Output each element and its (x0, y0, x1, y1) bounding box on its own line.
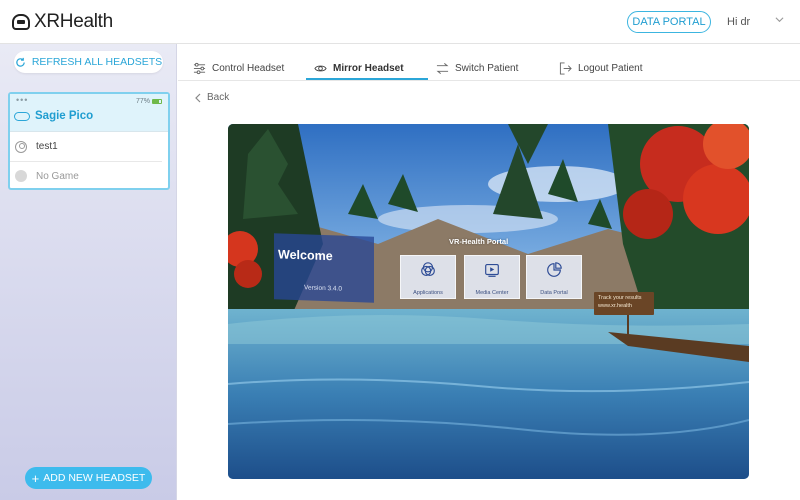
battery-icon (152, 99, 162, 104)
headset-game-row[interactable]: No Game (10, 161, 162, 190)
eye-icon (314, 65, 327, 71)
sliders-icon (193, 62, 206, 74)
play-icon (485, 264, 499, 277)
game-icon (15, 170, 27, 182)
tab-label: Mirror Headset (333, 62, 404, 74)
refresh-all-headsets-button[interactable]: REFRESH ALL HEADSETS (14, 51, 163, 73)
version-label: Version 3.4.0 (304, 284, 342, 293)
headset-name-row: Sagie Pico (14, 110, 93, 122)
media-center-tile[interactable]: Media Center (464, 255, 520, 299)
applications-tile[interactable]: Applications (400, 255, 456, 299)
sign-line: www.xr.health (598, 302, 632, 309)
vr-headset-icon (14, 111, 30, 121)
headset-game: No Game (36, 170, 79, 182)
logout-icon (559, 61, 572, 75)
headset-name: Sagie Pico (35, 110, 94, 122)
back-label: Back (207, 92, 230, 103)
portal-title: VR-Health Portal (449, 237, 509, 246)
tab-label: Switch Patient (455, 62, 519, 74)
add-new-headset-button[interactable]: + ADD NEW HEADSET (25, 467, 152, 489)
refresh-icon (16, 57, 25, 67)
tile-label: Applications (413, 290, 443, 296)
mirror-headset-view[interactable]: Welcome Version 3.4.0 VR-Health Portal A… (228, 124, 749, 479)
tab-logout-patient[interactable]: Logout Patient (559, 56, 643, 80)
logo-text: XRHealth (34, 11, 113, 32)
data-portal-button[interactable]: DATA PORTAL (627, 11, 711, 33)
headset-user: test1 (36, 141, 58, 152)
add-headset-label: ADD NEW HEADSET (43, 472, 146, 484)
headsets-sidebar: REFRESH ALL HEADSETS ••• 77% Sagie Pico … (0, 44, 177, 500)
venn-icon (421, 262, 435, 276)
tab-switch-patient[interactable]: Switch Patient (436, 56, 518, 80)
chevron-left-icon (195, 93, 201, 102)
chevron-down-icon[interactable] (775, 15, 784, 24)
results-sign: Track your results www.xr.health (594, 292, 654, 315)
more-dots-icon[interactable]: ••• (16, 95, 28, 105)
swap-arrows-icon (436, 62, 449, 74)
tile-label: Data Portal (540, 290, 568, 296)
headset-card-header: ••• 77% Sagie Pico (10, 94, 168, 132)
tab-mirror-headset[interactable]: Mirror Headset (314, 56, 404, 80)
welcome-panel[interactable]: Welcome Version 3.4.0 (274, 233, 374, 303)
headset-card[interactable]: ••• 77% Sagie Pico test1 No Game (8, 92, 170, 190)
vr-scene-image (228, 124, 749, 479)
data-portal-tile[interactable]: Data Portal (526, 255, 582, 299)
tabs-divider (178, 80, 800, 81)
pie-chart-icon (547, 262, 562, 277)
welcome-title: Welcome (278, 247, 333, 264)
app-header: XRHealth DATA PORTAL Hi dr (0, 0, 800, 44)
tab-control-headset[interactable]: Control Headset (193, 56, 284, 80)
plus-icon: + (31, 470, 40, 486)
back-link[interactable]: Back (194, 92, 229, 103)
refresh-label: REFRESH ALL HEADSETS (31, 56, 163, 68)
headset-logo-icon (12, 14, 30, 30)
tab-label: Logout Patient (578, 62, 643, 74)
user-greeting[interactable]: Hi dr (727, 16, 750, 28)
battery-percent: 77% (135, 98, 150, 105)
sign-line: Track your results (598, 295, 642, 301)
tile-label: Media Center (475, 290, 509, 296)
battery-status: 77% (136, 98, 162, 105)
user-icon (15, 140, 27, 153)
app-logo[interactable]: XRHealth (12, 11, 113, 33)
headset-user-row[interactable]: test1 (10, 132, 168, 161)
headset-tabs: Control Headset Mirror Headset Switch Pa… (178, 56, 800, 81)
tab-label: Control Headset (212, 62, 285, 74)
